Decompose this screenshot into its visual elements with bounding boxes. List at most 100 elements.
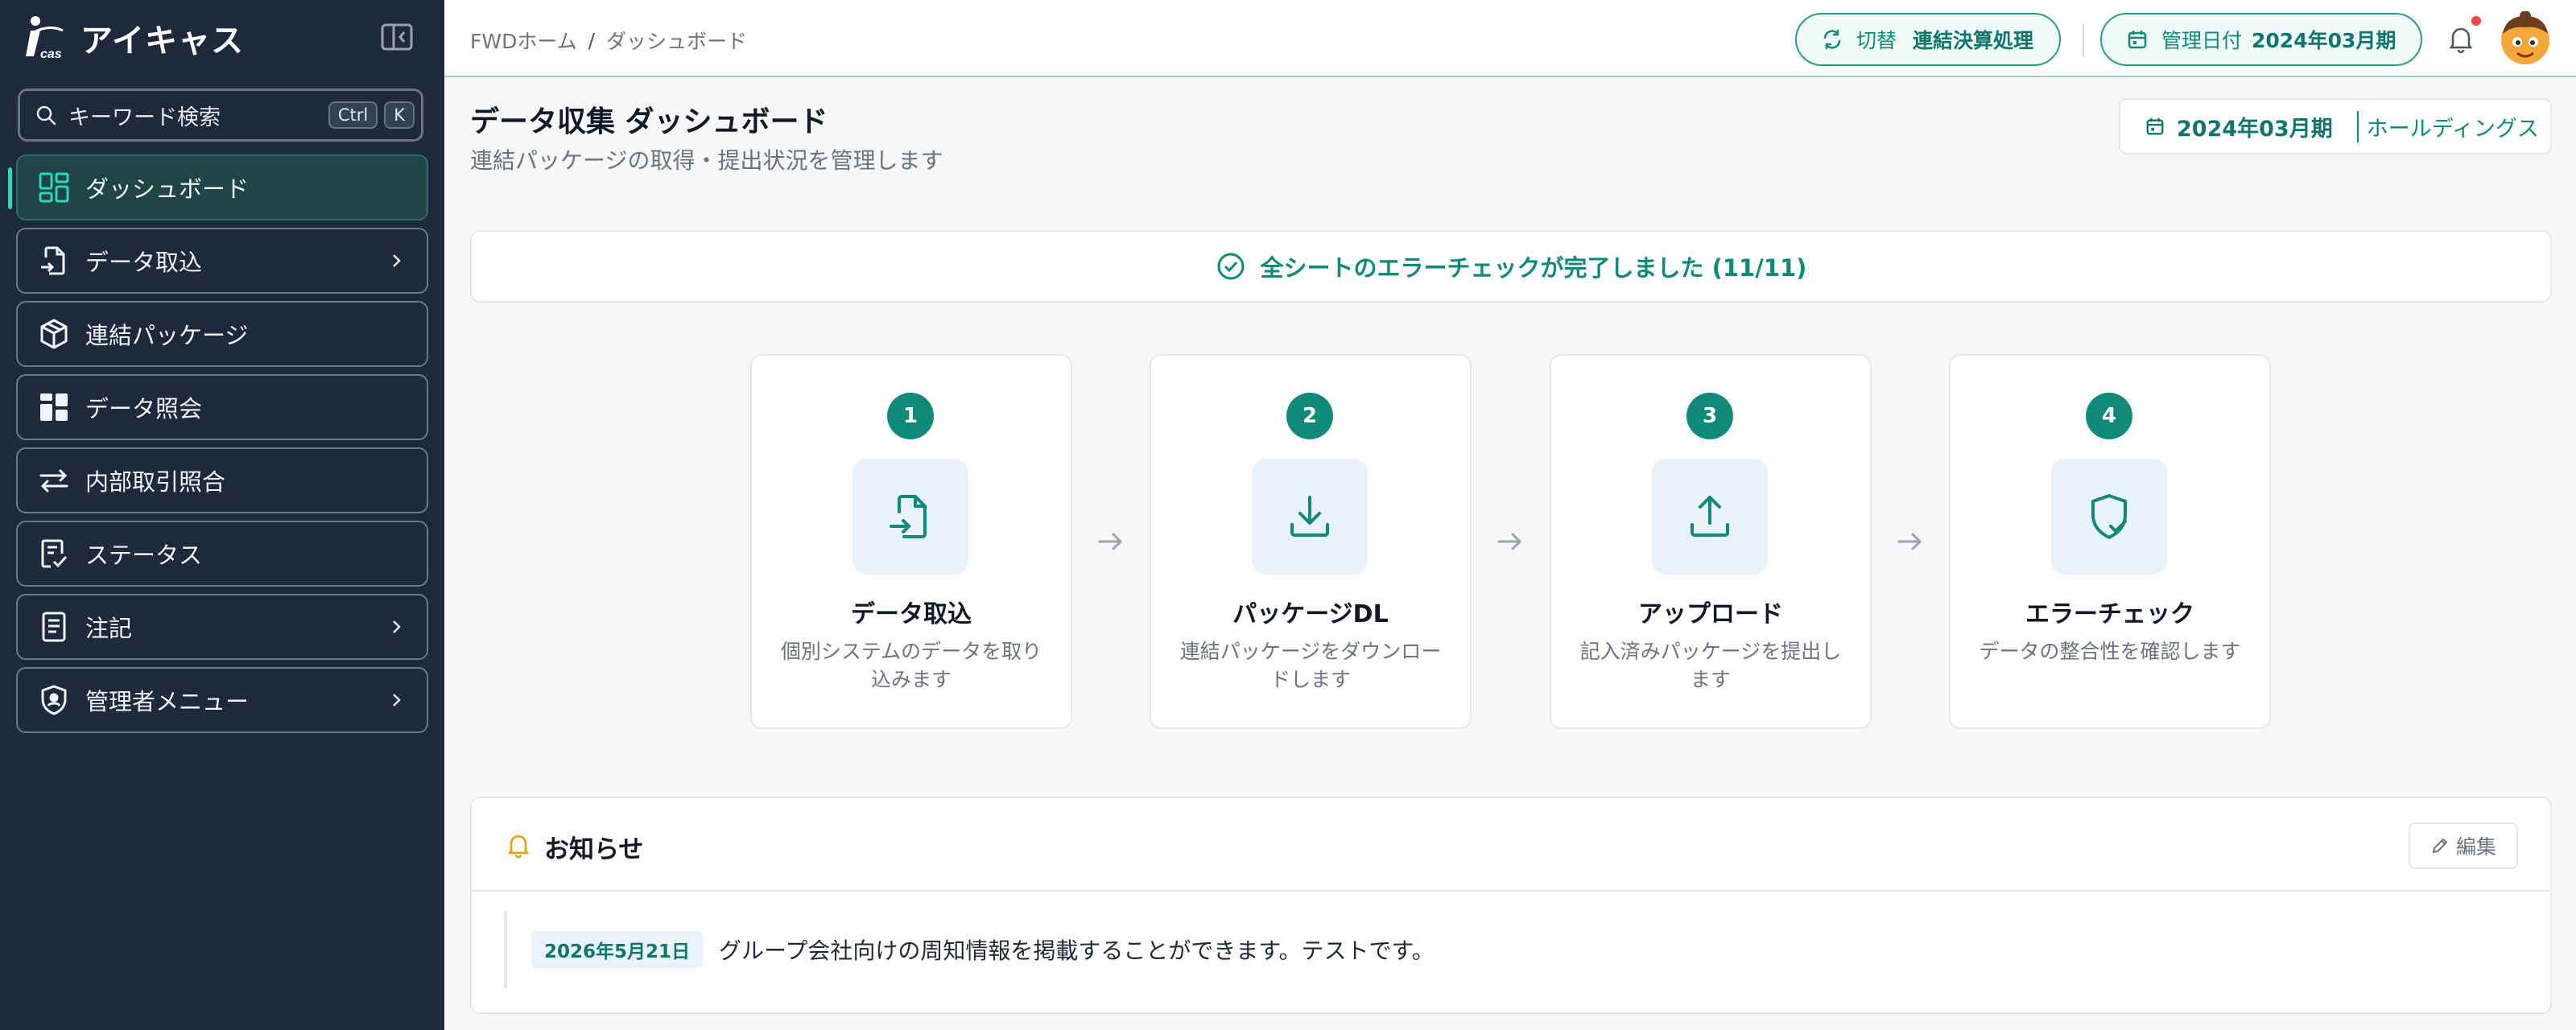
sidebar-item-label: データ照会 bbox=[85, 395, 203, 422]
switch-arrows-icon bbox=[1823, 29, 1841, 50]
sidebar-item-intercompany[interactable]: 内部取引照合 bbox=[16, 447, 428, 513]
step-number: 1 bbox=[887, 393, 934, 439]
sidebar-item-dashboard[interactable]: ダッシュボード bbox=[8, 154, 428, 220]
step-card-error-check[interactable]: 4 エラーチェック データの整合性を確認します bbox=[1949, 354, 2271, 729]
process-switch-value: 連結決算処理 bbox=[1913, 29, 2034, 52]
icas-logo: cas bbox=[26, 16, 64, 61]
step-card-package-download[interactable]: 2 パッケージDL 連結パッケージをダウンロードします bbox=[1150, 354, 1472, 729]
step-description: データの整合性を確認します bbox=[1979, 640, 2241, 663]
step-description: 個別システムのデータを取り込みます bbox=[780, 640, 1042, 691]
sidebar-item-label: 注記 bbox=[85, 615, 133, 642]
banner-message: 全シートのエラーチェックが完了しました (11/11) bbox=[1260, 254, 1807, 282]
breadcrumb-separator: / bbox=[588, 28, 596, 52]
sidebar: cas アイキャス キーワード検索 Ctrl K ダッシュボード データ取込 連… bbox=[0, 0, 444, 1030]
breadcrumb: FWDホーム / ダッシュボード bbox=[470, 26, 747, 55]
step-title: パッケージDL bbox=[1232, 600, 1389, 628]
sidebar-item-status[interactable]: ステータス bbox=[16, 521, 428, 587]
sidebar-item-data-import[interactable]: データ取込 bbox=[16, 228, 428, 294]
notice-header: お知らせ 編集 bbox=[472, 798, 2550, 892]
breadcrumb-current: ダッシュボード bbox=[606, 30, 748, 53]
step-number: 3 bbox=[1686, 393, 1733, 439]
header-divider bbox=[2083, 24, 2084, 56]
notice-date-badge: 2026年5月21日 bbox=[531, 931, 704, 968]
sidebar-item-data-inquiry[interactable]: データ照会 bbox=[16, 374, 428, 440]
arrow-right-icon bbox=[1098, 533, 1123, 550]
sidebar-item-label: データ取込 bbox=[85, 249, 203, 276]
svg-text:cas: cas bbox=[40, 47, 62, 61]
edit-notice-button[interactable]: 編集 bbox=[2409, 822, 2518, 869]
step-card-data-import[interactable]: 1 データ取込 個別システムのデータを取り込みます bbox=[750, 354, 1072, 729]
dashboard-icon bbox=[37, 171, 71, 204]
app-root: cas アイキャス キーワード検索 Ctrl K ダッシュボード データ取込 連… bbox=[0, 0, 2576, 1030]
transfer-icon bbox=[37, 464, 71, 497]
notice-title: お知らせ bbox=[544, 835, 644, 864]
arrow-right-icon bbox=[1497, 533, 1522, 550]
table-grid-icon bbox=[37, 390, 71, 424]
sidebar-item-admin-menu[interactable]: 管理者メニュー bbox=[16, 667, 428, 733]
sidebar-item-label: 内部取引照合 bbox=[85, 468, 226, 496]
sidebar-nav: ダッシュボード データ取込 連結パッケージ データ照会 内部取引照合 ステータス… bbox=[8, 154, 428, 740]
notice-text: グループ会社向けの周知情報を掲載することができます。テストです。 bbox=[719, 937, 1435, 964]
sidebar-item-label: 管理者メニュー bbox=[85, 688, 250, 715]
upload-icon bbox=[1652, 459, 1768, 575]
search-icon bbox=[36, 105, 56, 126]
period-company-selector[interactable]: 2024年03月期 ホールディングス bbox=[2119, 98, 2552, 154]
main-content: データ収集 ダッシュボード 連結パッケージの取得・提出状況を管理します 2024… bbox=[444, 77, 2576, 1030]
brand[interactable]: cas アイキャス bbox=[23, 13, 244, 63]
sidebar-toggle-icon bbox=[381, 23, 413, 51]
step-title: アップロード bbox=[1638, 600, 1783, 628]
sidebar-item-label: ダッシュボード bbox=[85, 175, 250, 203]
chevron-right-icon bbox=[380, 245, 412, 277]
chevron-right-icon bbox=[380, 684, 412, 716]
step-card-upload[interactable]: 3 アップロード 記入済みパッケージを提出します bbox=[1550, 354, 1872, 729]
shield-icon bbox=[37, 683, 71, 717]
arrow-right-icon bbox=[1897, 533, 1922, 550]
chevron-right-icon bbox=[380, 611, 412, 643]
calendar-icon bbox=[2146, 117, 2164, 135]
document-icon bbox=[37, 610, 71, 644]
period-value: 2024年03月期 bbox=[2177, 116, 2333, 142]
breadcrumb-home-link[interactable]: FWDホーム bbox=[470, 26, 577, 55]
file-import-icon bbox=[852, 459, 968, 575]
error-check-complete-banner: 全シートのエラーチェックが完了しました (11/11) bbox=[470, 230, 2552, 303]
company-value: ホールディングス bbox=[2356, 110, 2539, 142]
step-title: データ取込 bbox=[851, 600, 972, 628]
management-date-button[interactable]: 管理日付 2024年03月期 bbox=[2100, 13, 2422, 66]
process-switch-label: 切替 bbox=[1856, 29, 1897, 52]
page-subtitle: 連結パッケージの取得・提出状況を管理します bbox=[470, 147, 943, 174]
notification-bell-icon[interactable] bbox=[2445, 23, 2477, 55]
step-description: 記入済みパッケージを提出します bbox=[1579, 640, 1842, 691]
sidebar-item-consolidation-package[interactable]: 連結パッケージ bbox=[16, 301, 428, 367]
step-title: エラーチェック bbox=[2025, 600, 2194, 628]
management-date-label: 管理日付 bbox=[2161, 29, 2243, 52]
search-placeholder: キーワード検索 bbox=[68, 105, 221, 130]
process-switch-button[interactable]: 切替 連結決算処理 bbox=[1795, 13, 2061, 66]
check-circle-icon bbox=[1217, 253, 1245, 280]
step-number: 4 bbox=[2086, 393, 2132, 439]
step-description: 連結パッケージをダウンロードします bbox=[1179, 640, 1442, 691]
sidebar-item-notes[interactable]: 注記 bbox=[16, 594, 428, 660]
notification-dot bbox=[2471, 16, 2481, 26]
notice-panel: お知らせ 編集 2026年5月21日 グループ会社向けの周知情報を掲載することが… bbox=[470, 797, 2552, 1014]
shortcut-key-ctrl: Ctrl bbox=[328, 101, 378, 129]
shield-check-icon bbox=[2051, 459, 2167, 575]
user-avatar[interactable] bbox=[2498, 11, 2553, 66]
shortcut-key-k: K bbox=[384, 101, 415, 129]
notice-item: 2026年5月21日 グループ会社向けの周知情報を掲載することができます。テスト… bbox=[504, 911, 1435, 988]
sidebar-item-label: 連結パッケージ bbox=[85, 322, 249, 349]
management-date-value: 2024年03月期 bbox=[2252, 29, 2396, 52]
sidebar-item-label: ステータス bbox=[85, 542, 203, 569]
edit-button-label: 編集 bbox=[2455, 835, 2496, 859]
pencil-icon bbox=[2432, 838, 2448, 854]
download-icon bbox=[1252, 459, 1368, 575]
top-header: FWDホーム / ダッシュボード 切替 連結決算処理 管理日付 2024年03月… bbox=[444, 0, 2576, 77]
page-title: データ収集 ダッシュボード bbox=[470, 105, 828, 138]
calendar-icon bbox=[2128, 31, 2147, 49]
step-number: 2 bbox=[1286, 393, 1333, 439]
sidebar-collapse-button[interactable] bbox=[378, 23, 415, 52]
notice-bell-icon bbox=[507, 834, 530, 859]
status-clipboard-icon bbox=[37, 537, 71, 571]
brand-name: アイキャス bbox=[80, 23, 244, 60]
file-import-icon bbox=[37, 244, 71, 278]
search-input[interactable]: キーワード検索 Ctrl K bbox=[18, 89, 423, 142]
